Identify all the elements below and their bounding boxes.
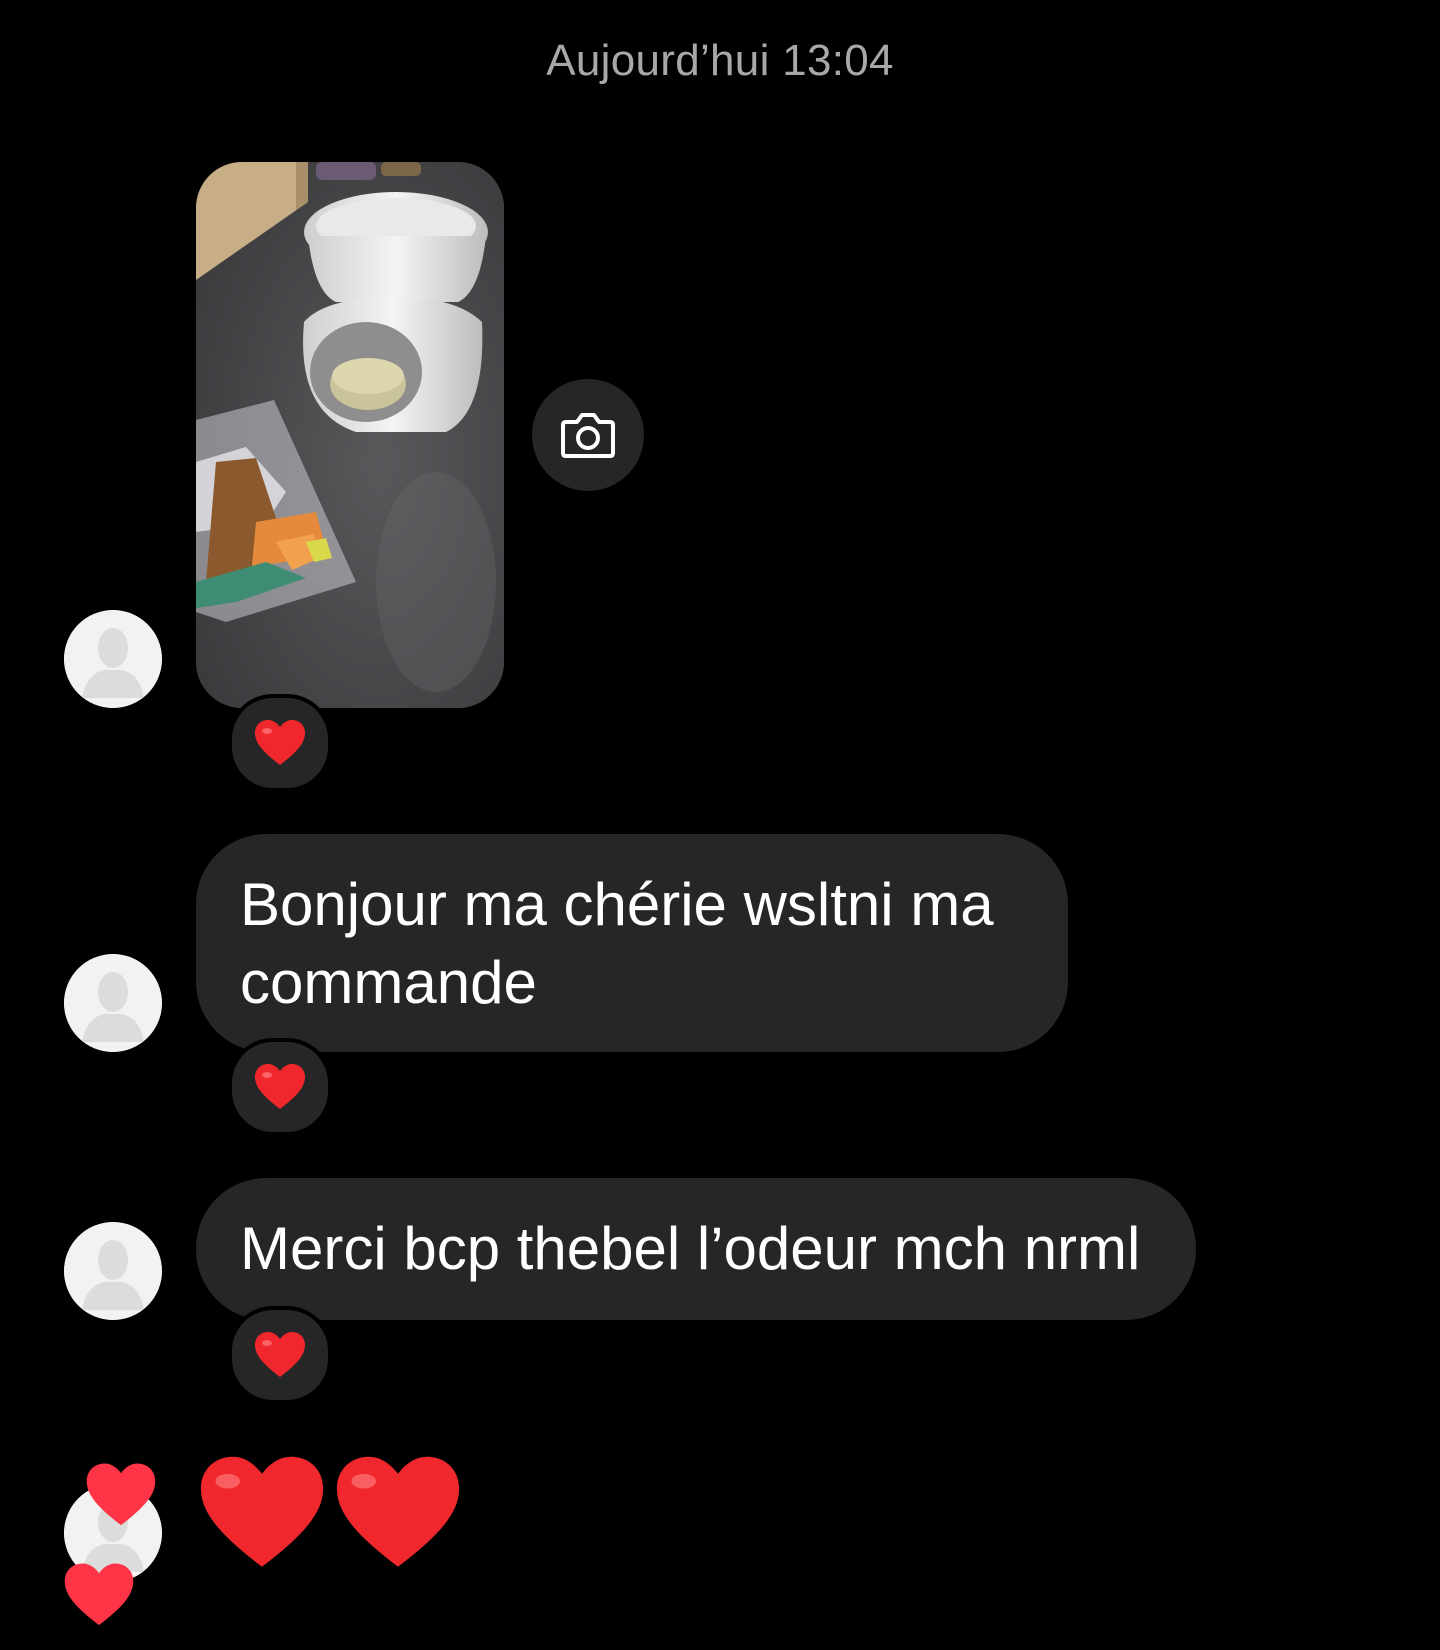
heart-reaction[interactable] bbox=[228, 1038, 332, 1136]
camera-button[interactable] bbox=[532, 379, 644, 491]
message-bubble[interactable]: Bonjour ma chérie wsltni ma commande bbox=[196, 834, 1068, 1052]
default-user-icon bbox=[64, 954, 162, 1052]
date-separator: Aujourd’hui 13:04 bbox=[546, 36, 894, 85]
photo-image bbox=[196, 162, 504, 708]
floating-heart-icon bbox=[84, 1462, 158, 1533]
heart-icon bbox=[255, 1332, 305, 1377]
avatar[interactable] bbox=[64, 954, 162, 1052]
default-user-icon bbox=[64, 610, 162, 708]
heart-icon bbox=[255, 1064, 305, 1109]
camera-icon bbox=[561, 413, 615, 458]
heart-reaction[interactable] bbox=[228, 1306, 332, 1404]
floating-heart-icon bbox=[62, 1562, 136, 1633]
default-user-icon bbox=[64, 1222, 162, 1320]
photo-message[interactable] bbox=[196, 162, 504, 708]
avatar[interactable] bbox=[64, 610, 162, 708]
heart-reaction[interactable] bbox=[228, 694, 332, 792]
heart-icon bbox=[336, 1456, 460, 1567]
heart-icon bbox=[255, 720, 305, 765]
emoji-message[interactable] bbox=[196, 1454, 464, 1572]
message-bubble[interactable]: Merci bcp thebel l’odeur mch nrml bbox=[196, 1178, 1196, 1320]
avatar[interactable] bbox=[64, 1222, 162, 1320]
heart-icon bbox=[200, 1456, 324, 1567]
